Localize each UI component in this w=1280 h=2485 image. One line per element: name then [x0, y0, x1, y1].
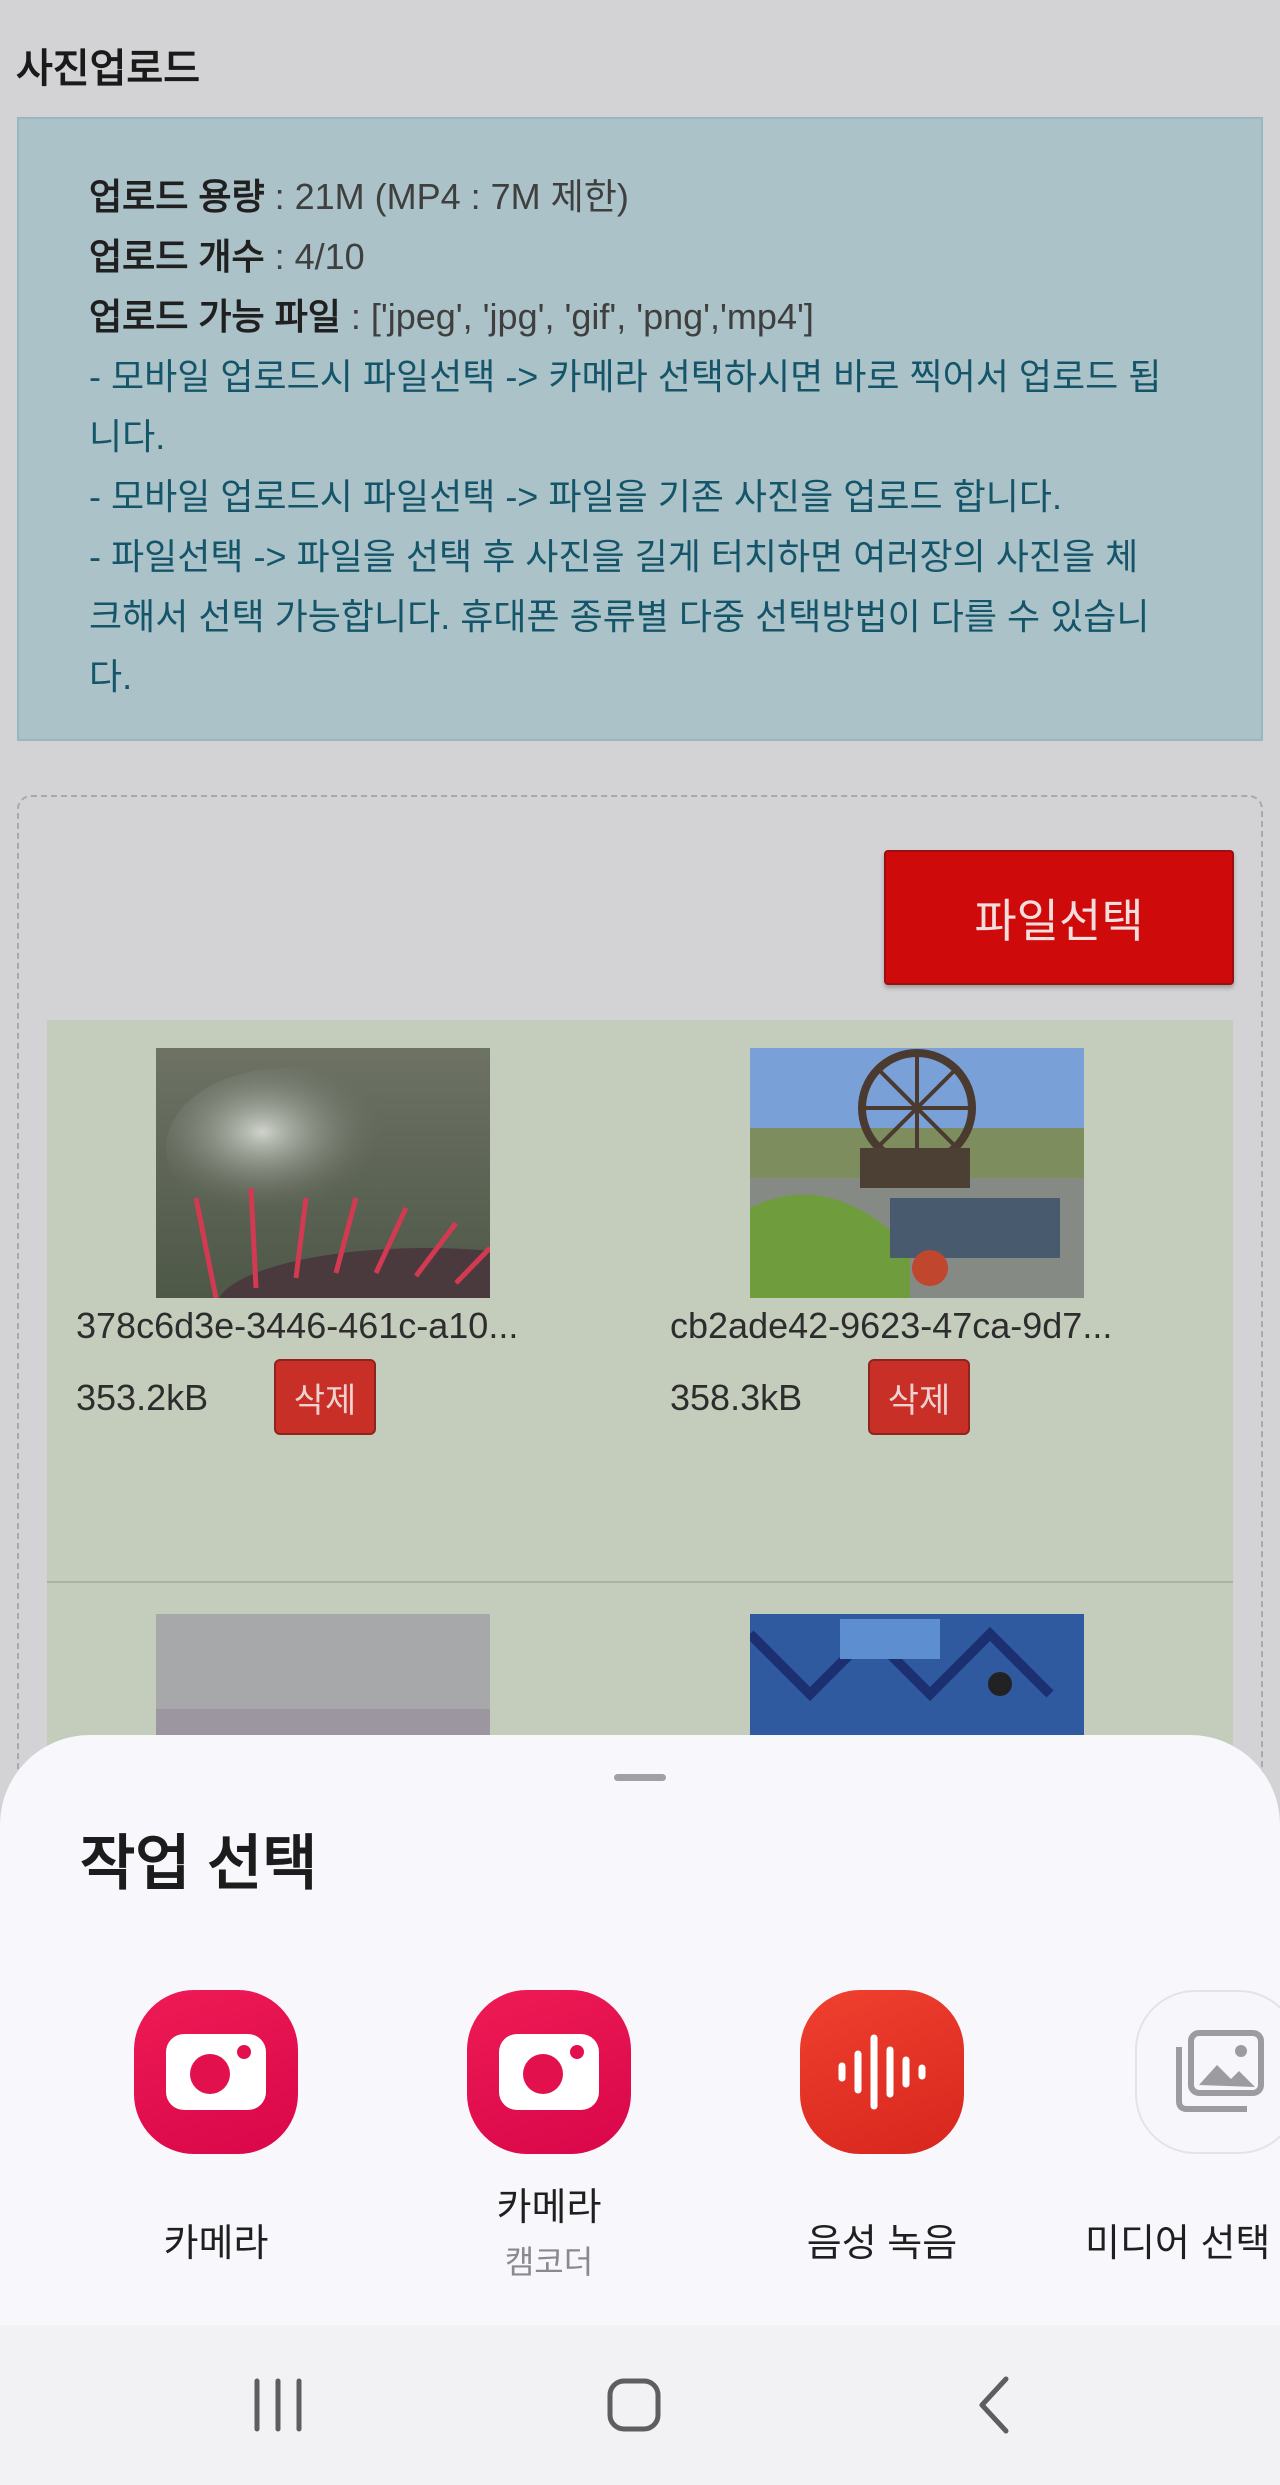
file-thumbnail-3[interactable]	[156, 1614, 490, 1744]
camera-icon	[134, 1990, 298, 2154]
grid-row-divider	[47, 1581, 1233, 1583]
app-option-media-picker[interactable]: 미디어 선택	[1080, 1990, 1280, 2267]
home-icon[interactable]	[594, 2370, 674, 2440]
count-row: 업로드 개수 : 4/10	[89, 227, 1191, 287]
file-thumbnail-2[interactable]	[750, 1048, 1084, 1298]
types-row: 업로드 가능 파일 : ['jpeg', 'jpg', 'gif', 'png'…	[89, 287, 1191, 347]
note-camera-line2: 니다.	[89, 416, 166, 457]
file-select-button[interactable]: 파일선택	[884, 850, 1234, 985]
note-multi-select-line1: - 파일선택 -> 파일을 선택 후 사진을 길게 터치하면 여러장의 사진을 …	[89, 536, 1139, 577]
file-size-1: 353.2kB	[76, 1377, 209, 1418]
page-title: 사진업로드	[16, 47, 200, 91]
app-label-voice-recorder: 음성 녹음	[806, 2223, 958, 2265]
types-value: : ['jpeg', 'jpg', 'gif', 'png','mp4']	[340, 296, 814, 337]
app-label-media-picker: 미디어 선택	[1085, 2223, 1271, 2265]
capacity-label: 업로드 용량	[89, 176, 265, 217]
count-value: : 4/10	[264, 236, 365, 277]
camcorder-icon	[467, 1990, 631, 2154]
note-existing-photo: - 모바일 업로드시 파일선택 -> 파일을 기존 사진을 업로드 합니다.	[89, 476, 1063, 517]
file-name-2: cb2ade42-9623-47ca-9d7...	[670, 1305, 1113, 1346]
note-camera-line1: - 모바일 업로드시 파일선택 -> 카메라 선택하시면 바로 찍어서 업로드 …	[89, 356, 1162, 397]
app-option-camcorder[interactable]: 카메라 캠코더	[419, 1990, 679, 2283]
file-thumbnail-1[interactable]	[156, 1048, 490, 1298]
app-sublabel-camcorder: 캠코더	[504, 2244, 594, 2280]
delete-button-1[interactable]: 삭제	[274, 1359, 376, 1435]
delete-button-2[interactable]: 삭제	[868, 1359, 970, 1435]
file-thumbnail-4[interactable]	[750, 1614, 1084, 1744]
app-option-camera[interactable]: 카메라	[86, 1990, 346, 2267]
capacity-value: : 21M (MP4 : 7M 제한)	[264, 176, 629, 217]
recent-apps-icon[interactable]	[238, 2370, 318, 2440]
media-picker-icon	[1135, 1990, 1280, 2154]
voice-recorder-icon	[800, 1990, 964, 2154]
file-name-1: 378c6d3e-3446-461c-a10...	[76, 1305, 519, 1346]
file-size-2: 358.3kB	[670, 1377, 803, 1418]
sheet-drag-handle[interactable]	[614, 1774, 666, 1781]
sheet-title: 작업 선택	[80, 1830, 318, 1897]
upload-info-box: 업로드 용량 : 21M (MP4 : 7M 제한) 업로드 개수 : 4/10…	[17, 117, 1263, 741]
app-option-voice-recorder[interactable]: 음성 녹음	[752, 1990, 1012, 2267]
count-label: 업로드 개수	[89, 236, 265, 277]
capacity-row: 업로드 용량 : 21M (MP4 : 7M 제한)	[89, 167, 1191, 227]
types-label: 업로드 가능 파일	[89, 296, 341, 337]
app-label-camcorder: 카메라	[496, 2187, 602, 2229]
note-multi-select-line2: 크해서 선택 가능합니다. 휴대폰 종류별 다중 선택방법이 다를 수 있습니	[89, 596, 1150, 637]
app-label-camera: 카메라	[163, 2223, 269, 2265]
back-icon[interactable]	[954, 2370, 1034, 2440]
note-multi-select-line3: 다.	[89, 656, 133, 697]
